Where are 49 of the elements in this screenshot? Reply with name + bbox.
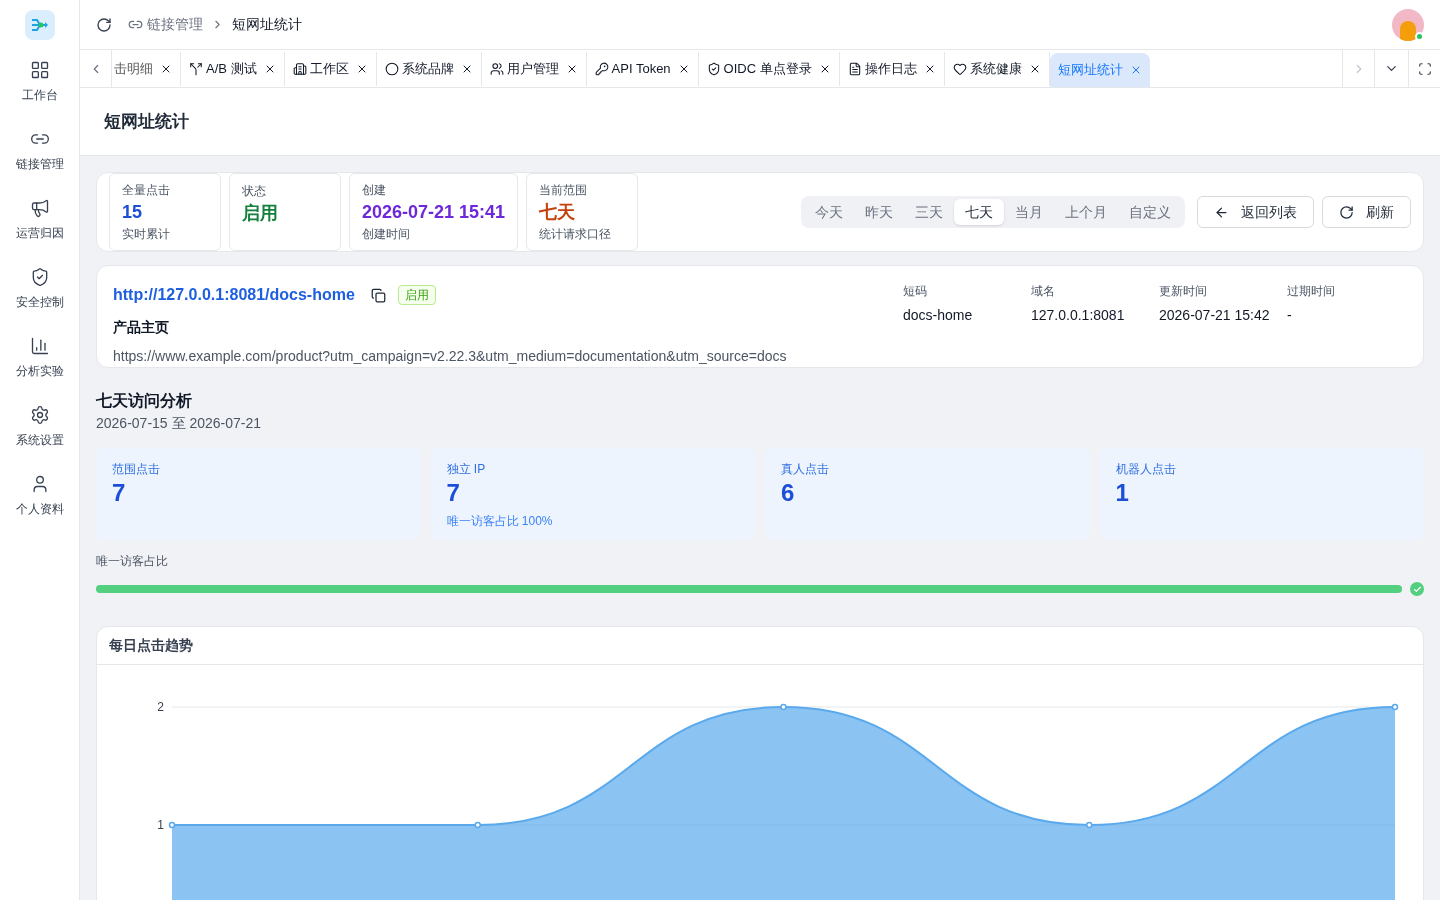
date-range: 2026-07-15 至 2026-07-21: [96, 414, 262, 433]
field-value: 127.0.0.1:8081: [1031, 306, 1126, 325]
tab-label: 操作日志: [864, 59, 917, 78]
tile-note: 实时累计: [122, 226, 171, 243]
field-value: docs-home: [903, 306, 974, 325]
tile-label: 创建: [362, 182, 387, 199]
tile-label: 全量点击: [122, 182, 171, 199]
tab-label: OIDC 单点登录: [723, 59, 812, 78]
tab-label: 工作区: [309, 59, 349, 78]
tab-label: 系统品牌: [401, 59, 454, 78]
card-title: 每日点击趋势: [109, 636, 193, 655]
tab-label: 短网址统计: [1057, 61, 1123, 80]
field-label: 过期时间: [1287, 283, 1336, 300]
tile-value: 启用: [242, 201, 279, 225]
field-label: 短码: [903, 283, 928, 300]
tile-value: 七天: [539, 201, 577, 224]
stat-value: 6: [781, 478, 796, 508]
stat-label: 独立 IP: [446, 461, 487, 478]
stat-value: 7: [112, 478, 127, 508]
page-title: 短网址统计: [104, 110, 189, 133]
y-tick-label: 2: [157, 700, 165, 714]
field-value: -: [1287, 306, 1293, 325]
tile-label: 状态: [242, 182, 267, 200]
tab-label: 用户管理: [506, 59, 559, 78]
tab-label: API Token: [611, 59, 671, 78]
target-url: https://www.example.com/product?utm_campaign=v2.22.3&utm_medium=documentation&utm_source=docs: [113, 347, 788, 366]
tab-label: 击明细: [114, 59, 153, 78]
field-label: 更新时间: [1159, 283, 1208, 300]
tile-value: 15: [122, 201, 144, 224]
section-title: 七天访问分析: [96, 391, 193, 411]
link-title: 产品主页: [113, 318, 170, 337]
tile-label: 当前范围: [539, 182, 589, 199]
tab-label: A/B 测试: [206, 59, 257, 78]
stat-value: 7: [446, 478, 461, 508]
stat-label: 真人点击: [781, 461, 830, 478]
tile-value: 2026-07-21 15:41: [362, 201, 506, 224]
breadcrumb-item: 短网址统计: [232, 15, 302, 34]
tile-note: 创建时间: [362, 226, 411, 243]
field-label: 域名: [1031, 283, 1056, 300]
ratio-label: 唯一访客占比: [96, 553, 169, 570]
stat-value: 1: [1115, 478, 1130, 508]
stat-note: 唯一访客占比 100%: [446, 513, 554, 530]
stat-label: 机器人点击: [1115, 461, 1177, 478]
field-value: 2026-07-21 15:42: [1159, 306, 1271, 325]
tile-note: 统计请求口径: [539, 226, 613, 243]
y-tick-label: 1: [157, 818, 165, 832]
status-tag: 启用: [397, 285, 436, 305]
stat-label: 范围点击: [112, 461, 161, 478]
tab-label: 系统健康: [969, 59, 1022, 78]
